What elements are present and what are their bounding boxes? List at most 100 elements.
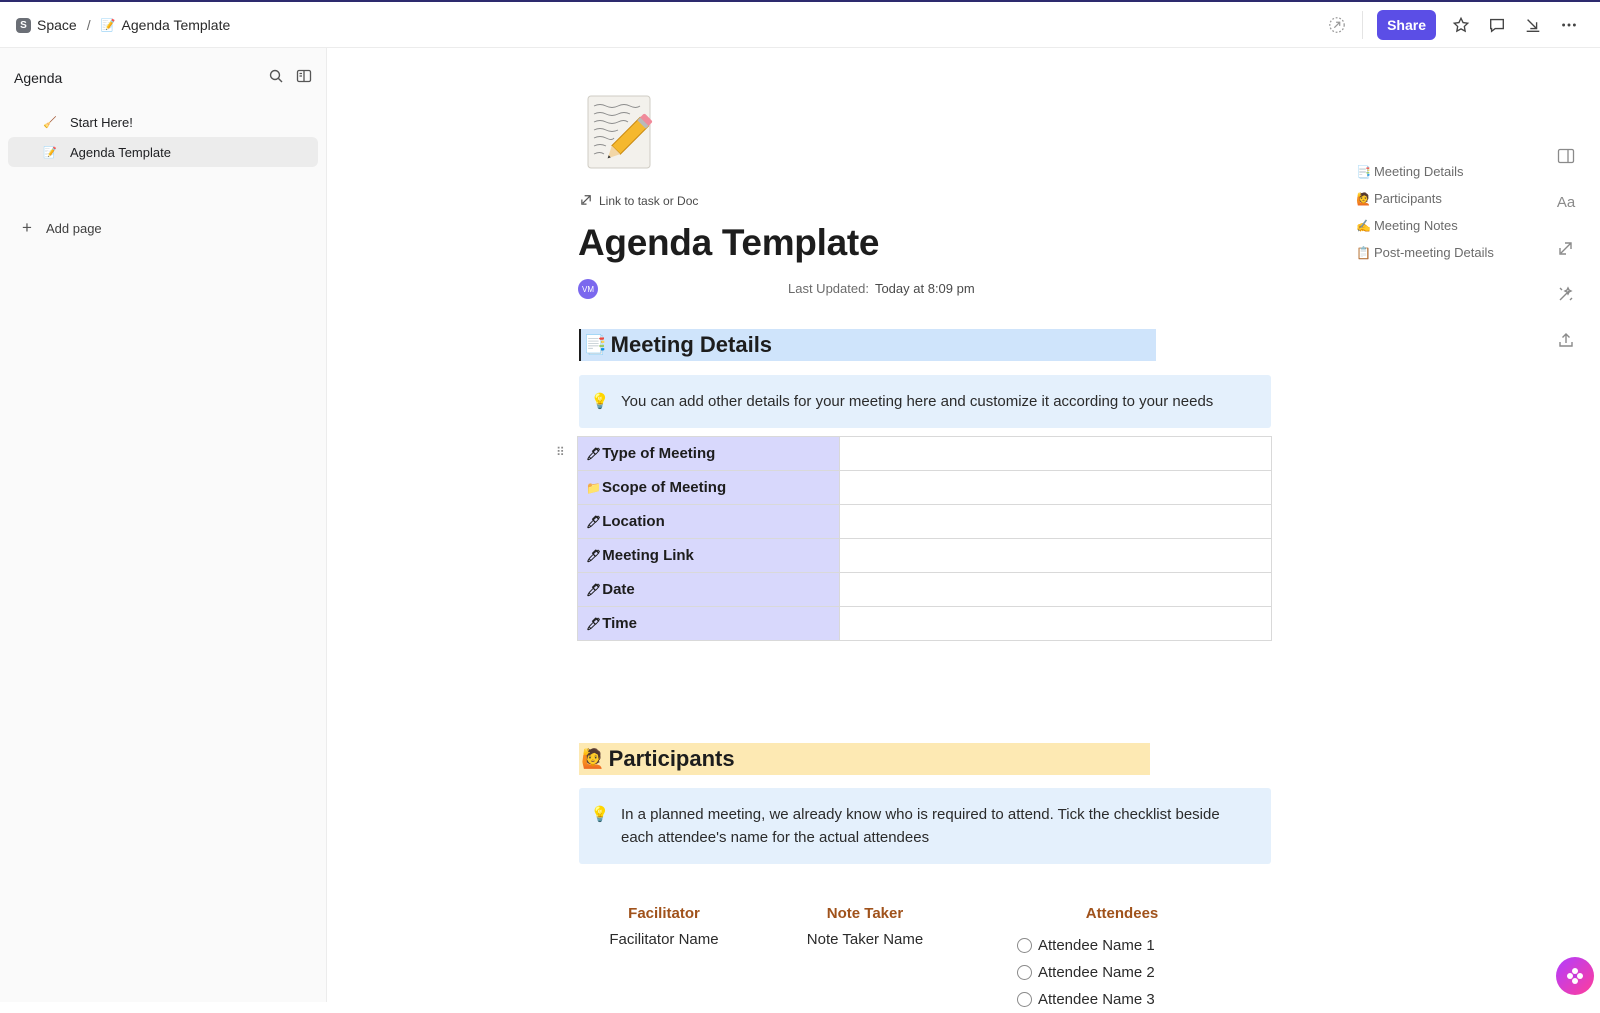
table-value-cell[interactable] [839,572,1272,607]
bookmark-tabs-icon: 📑 [583,335,607,356]
pen-icon: 🖊 [586,549,602,563]
callout-text: You can add other details for your meeti… [621,393,1214,410]
facilitator-column: Facilitator Facilitator Name [597,905,731,948]
attendee-list: Attendee Name 1 Attendee Name 2 Attendee… [1017,932,1155,1013]
search-icon[interactable] [268,68,284,84]
attendee-checkbox[interactable] [1017,965,1032,980]
attendee-checkbox[interactable] [1017,992,1032,1007]
author-avatar[interactable]: VM [578,279,598,299]
pen-icon: 🖊 [586,583,602,597]
table-value-cell[interactable] [839,504,1272,539]
table-key-cell[interactable]: 🖊Time [577,606,840,641]
add-page-button[interactable]: + Add page [20,218,102,238]
participants-heading[interactable]: 🙋 Participants [579,743,1150,775]
toc-item-meeting-details[interactable]: 📑 Meeting Details [1356,158,1494,185]
table-value-cell[interactable] [839,606,1272,641]
toc-label: Post-meeting Details [1373,245,1494,260]
memo-icon: 📝 [43,146,57,159]
attendee-checkbox[interactable] [1017,938,1032,953]
table-row: 🖊Type of Meeting [577,436,1272,471]
ai-assistant-button[interactable] [1556,957,1594,995]
drag-handle-icon[interactable]: ⠿ [556,445,565,459]
link-icon [580,193,593,209]
plus-icon: + [22,218,32,237]
lightbulb-icon: 💡 [590,806,610,823]
attendee-name[interactable]: Attendee Name 2 [1038,964,1155,981]
row-label: Scope of Meeting [601,479,727,496]
meeting-details-callout[interactable]: 💡 You can add other details for your mee… [579,375,1271,428]
link-to-task-button[interactable]: Link to task or Doc [580,193,698,209]
breadcrumb-page[interactable]: Agenda Template [122,17,231,33]
heading-text: Meeting Details [610,332,773,357]
table-key-cell[interactable]: 🖊Date [577,572,840,607]
pen-icon: 🖊 [586,447,602,461]
magic-wand-icon[interactable] [1556,284,1576,304]
page-emoji-icon: 📝 [100,18,116,32]
facilitator-header: Facilitator [628,905,700,922]
share-button[interactable]: Share [1377,10,1436,40]
note-taker-name[interactable]: Note Taker Name [795,931,935,948]
collapse-icon[interactable] [1522,14,1544,36]
meeting-details-heading[interactable]: 📑 Meeting Details [579,329,1156,361]
sidebar-toggle-icon[interactable] [296,68,312,84]
row-label: Type of Meeting [602,445,716,462]
pen-icon: 🖊 [586,617,602,631]
writing-hand-icon: ✍️ [1356,218,1371,233]
facilitator-name[interactable]: Facilitator Name [597,931,731,948]
attendee-name[interactable]: Attendee Name 3 [1038,991,1155,1008]
attendee-name[interactable]: Attendee Name 1 [1038,937,1155,954]
table-key-cell[interactable]: 📁Scope of Meeting [577,470,840,505]
sidebar-item-label: Agenda Template [70,144,171,160]
sidebar-title: Agenda [14,70,63,86]
toc-label: Participants [1373,191,1442,206]
font-settings-icon[interactable]: Aa [1556,192,1576,212]
page-icon-memo[interactable] [586,94,654,170]
space-avatar-icon: S [16,17,31,33]
table-key-cell[interactable]: 🖊Location [577,504,840,539]
table-value-cell[interactable] [839,436,1272,471]
star-icon[interactable] [1450,14,1472,36]
participants-callout[interactable]: 💡 In a planned meeting, we already know … [579,788,1271,864]
link-to-task-label: Link to task or Doc [599,194,699,208]
table-row: 🖊Location [577,504,1272,539]
export-icon[interactable] [1556,330,1576,350]
ai-sparkle-icon[interactable] [1326,14,1348,36]
row-label: Date [602,581,635,598]
clipboard-icon: 📋 [1356,245,1371,260]
panel-toggle-icon[interactable] [1556,146,1576,166]
note-taker-column: Note Taker Note Taker Name [795,905,935,948]
toc-item-participants[interactable]: 🙋 Participants [1356,185,1494,212]
list-item: Attendee Name 2 [1017,959,1155,986]
add-page-label: Add page [46,220,102,236]
broom-icon: 🧹 [43,116,57,129]
sidebar-item-label: Start Here! [70,114,133,130]
top-actions: Share [1326,2,1580,48]
pen-icon: 🖊 [586,515,602,529]
sidebar-item-start-here[interactable]: 🧹 Start Here! [8,107,318,137]
table-key-cell[interactable]: 🖊Meeting Link [577,538,840,573]
table-value-cell[interactable] [839,470,1272,505]
comment-icon[interactable] [1486,14,1508,36]
folder-icon: 📁 [586,481,601,495]
breadcrumb-space[interactable]: Space [37,17,77,33]
table-row: 📁Scope of Meeting [577,470,1272,505]
breadcrumb-separator: / [86,17,91,33]
toc-item-post-meeting-details[interactable]: 📋 Post-meeting Details [1356,239,1494,266]
sidebar-item-agenda-template[interactable]: 📝 Agenda Template [8,137,318,167]
last-updated-value: Today at 8:09 pm [874,281,975,296]
table-key-cell[interactable]: 🖊Type of Meeting [577,436,840,471]
attendees-column: Attendees [1062,905,1182,931]
table-value-cell[interactable] [839,538,1272,573]
heading-text: Participants [608,746,735,771]
more-icon[interactable] [1558,14,1580,36]
sidebar: Agenda 🧹 Start Here! 📝 Agenda Template +… [0,48,327,1002]
list-item: Attendee Name 1 [1017,932,1155,959]
flower-icon [1567,968,1583,984]
link-icon[interactable] [1556,238,1576,258]
page-title[interactable]: Agenda Template [578,222,879,264]
note-taker-header: Note Taker [826,905,904,922]
row-label: Meeting Link [602,547,694,564]
lightbulb-icon: 💡 [590,393,610,410]
toc-item-meeting-notes[interactable]: ✍️ Meeting Notes [1356,212,1494,239]
table-of-contents: 📑 Meeting Details 🙋 Participants ✍️ Meet… [1356,158,1494,266]
